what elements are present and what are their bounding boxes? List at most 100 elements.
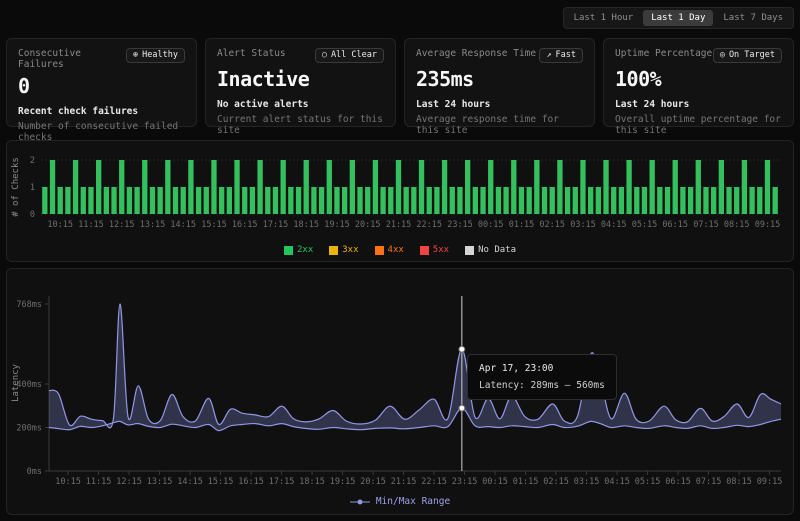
svg-text:13:15: 13:15 — [140, 220, 166, 230]
svg-text:Latency: Latency — [11, 363, 21, 402]
stat-card-title: Alert Status — [217, 48, 286, 59]
svg-text:02:15: 02:15 — [543, 477, 569, 487]
legend-item-4xx: 4xx — [375, 245, 404, 255]
stat-card-description: Current alert status for this site — [217, 114, 384, 136]
status-badge-label: Healthy — [142, 50, 178, 60]
svg-text:0: 0 — [30, 210, 35, 220]
latency-tooltip: Apr 17, 23:00 Latency: 289ms – 560ms — [467, 354, 617, 400]
svg-text:23:15: 23:15 — [452, 477, 478, 487]
svg-text:07:15: 07:15 — [693, 220, 719, 230]
trend-up-icon: ↗ — [546, 51, 551, 60]
svg-text:19:15: 19:15 — [324, 220, 350, 230]
legend-label: 5xx — [433, 245, 449, 255]
stat-card-subtitle: Recent check failures — [18, 106, 185, 117]
stat-card-value: Inactive — [217, 67, 384, 91]
legend-item-no-data: No Data — [465, 245, 516, 255]
stat-card-description: Overall uptime percentage for this site — [615, 114, 782, 136]
svg-text:200ms: 200ms — [16, 424, 42, 434]
svg-text:01:15: 01:15 — [509, 220, 535, 230]
svg-text:04:15: 04:15 — [601, 220, 627, 230]
status-badge: ○All Clear — [315, 48, 384, 63]
svg-text:21:15: 21:15 — [391, 477, 417, 487]
range-button-last-1-hour[interactable]: Last 1 Hour — [566, 10, 642, 26]
tooltip-timestamp: Apr 17, 23:00 — [479, 363, 605, 374]
latency-chart-panel: 0ms200ms400ms768msLatency10:1511:1512:15… — [6, 268, 794, 515]
stat-card-value: 235ms — [416, 67, 583, 91]
svg-text:17:15: 17:15 — [269, 477, 295, 487]
svg-text:14:15: 14:15 — [170, 220, 196, 230]
status-badge: ↗Fast — [539, 48, 583, 63]
svg-text:0ms: 0ms — [27, 467, 42, 477]
legend-swatch — [465, 246, 474, 255]
range-button-last-7-days[interactable]: Last 7 Days — [715, 10, 791, 26]
legend-item-2xx: 2xx — [284, 245, 313, 255]
svg-text:05:15: 05:15 — [635, 477, 661, 487]
svg-text:22:15: 22:15 — [416, 220, 442, 230]
svg-text:16:15: 16:15 — [232, 220, 258, 230]
svg-text:23:15: 23:15 — [447, 220, 473, 230]
svg-text:12:15: 12:15 — [116, 477, 142, 487]
svg-text:17:15: 17:15 — [263, 220, 289, 230]
status-badge: ◎On Target — [713, 48, 782, 63]
stat-card-head: Consecutive Failures ⊕ Healthy — [18, 48, 185, 70]
legend-swatch — [284, 246, 293, 255]
tooltip-latency-range: Latency: 289ms – 560ms — [479, 380, 605, 391]
stat-card-title: Consecutive Failures — [18, 48, 126, 70]
svg-text:08:15: 08:15 — [724, 220, 750, 230]
svg-text:19:15: 19:15 — [330, 477, 356, 487]
svg-text:09:15: 09:15 — [757, 477, 783, 487]
svg-text:768ms: 768ms — [16, 300, 42, 310]
stat-card-3: Uptime Percentage◎On Target100%Last 24 h… — [603, 38, 794, 127]
minmax-legend-label: Min/Max Range — [376, 496, 450, 507]
svg-text:20:15: 20:15 — [360, 477, 386, 487]
svg-text:08:15: 08:15 — [726, 477, 752, 487]
legend-label: 4xx — [388, 245, 404, 255]
svg-text:02:15: 02:15 — [539, 220, 565, 230]
health-icon: ⊕ — [133, 51, 138, 60]
legend-swatch — [375, 246, 384, 255]
minmax-legend-marker-icon — [350, 498, 370, 506]
svg-text:06:15: 06:15 — [662, 220, 688, 230]
stat-card-value: 100% — [615, 67, 782, 91]
legend-label: No Data — [478, 245, 516, 255]
legend-swatch — [420, 246, 429, 255]
svg-text:11:15: 11:15 — [78, 220, 104, 230]
stat-card-value: 0 — [18, 74, 185, 98]
svg-text:21:15: 21:15 — [386, 220, 412, 230]
checks-bar-chart[interactable]: 012# of Checks10:1511:1512:1513:1514:151… — [7, 141, 793, 237]
svg-text:03:15: 03:15 — [570, 220, 596, 230]
crosshair-dot-max — [459, 346, 465, 352]
svg-text:# of Checks: # of Checks — [11, 157, 21, 217]
svg-text:04:15: 04:15 — [604, 477, 630, 487]
uptime-dashboard: Last 1 HourLast 1 DayLast 7 Days Consecu… — [0, 0, 800, 521]
svg-text:00:15: 00:15 — [478, 220, 504, 230]
svg-text:16:15: 16:15 — [238, 477, 264, 487]
svg-text:09:15: 09:15 — [755, 220, 781, 230]
svg-text:03:15: 03:15 — [574, 477, 600, 487]
stat-card-0: Consecutive Failures ⊕ Healthy 0 Recent chec… — [6, 38, 197, 127]
stat-card-subtitle: No active alerts — [217, 99, 384, 110]
legend-item-5xx: 5xx — [420, 245, 449, 255]
svg-text:22:15: 22:15 — [421, 477, 447, 487]
svg-text:01:15: 01:15 — [513, 477, 539, 487]
stat-card-subtitle: Last 24 hours — [615, 99, 782, 110]
legend-item-3xx: 3xx — [329, 245, 358, 255]
stat-card-title: Average Response Time — [416, 48, 536, 59]
crosshair-dot-min — [459, 405, 465, 411]
legend-label: 2xx — [297, 245, 313, 255]
svg-text:11:15: 11:15 — [86, 477, 112, 487]
svg-text:10:15: 10:15 — [55, 477, 81, 487]
checks-chart-panel: 012# of Checks10:1511:1512:1513:1514:151… — [6, 140, 794, 262]
stat-card-subtitle: Last 24 hours — [416, 99, 583, 110]
latency-area-chart[interactable]: 0ms200ms400ms768msLatency10:1511:1512:15… — [7, 269, 793, 487]
svg-text:00:15: 00:15 — [482, 477, 508, 487]
status-code-legend: 2xx 3xx 4xx 5xx No Data — [7, 245, 793, 255]
svg-text:1: 1 — [30, 183, 35, 193]
status-badge-label: On Target — [729, 50, 775, 60]
legend-swatch — [329, 246, 338, 255]
time-range-selector: Last 1 HourLast 1 DayLast 7 Days — [563, 7, 794, 29]
svg-text:15:15: 15:15 — [208, 477, 234, 487]
range-button-last-1-day[interactable]: Last 1 Day — [643, 10, 713, 26]
svg-text:2: 2 — [30, 156, 35, 166]
svg-text:10:15: 10:15 — [47, 220, 73, 230]
